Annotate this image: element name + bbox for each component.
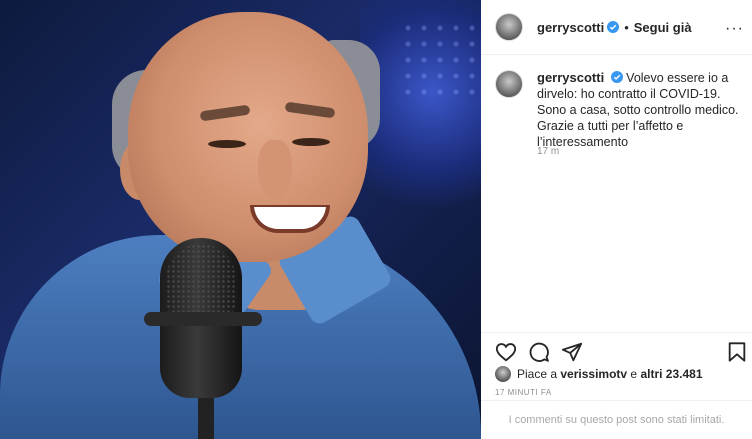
comments-limited-notice: I commenti su questo post sono stati lim… <box>481 400 752 439</box>
bookmark-icon[interactable] <box>726 341 748 363</box>
likes-prefix: Piace a <box>517 367 558 381</box>
heart-icon[interactable] <box>495 341 517 363</box>
liker-username-link[interactable]: verissimotv <box>560 367 627 381</box>
caption-age[interactable]: 17 m <box>537 146 559 157</box>
stage-lights-dots <box>400 20 480 100</box>
caption-body: gerryscotti Volevo essere io a dirvelo: … <box>537 70 741 150</box>
caption: gerryscotti Volevo essere io a dirvelo: … <box>495 70 745 150</box>
username-link[interactable]: gerryscotti <box>537 20 604 35</box>
eye-left <box>208 140 246 148</box>
likes-mid: e <box>630 367 638 381</box>
avatar[interactable] <box>495 13 523 41</box>
action-bar <box>481 332 752 364</box>
separator-dot: • <box>624 19 629 35</box>
caption-avatar[interactable] <box>495 70 523 98</box>
likes-others-link[interactable]: altri 23.481 <box>640 367 702 381</box>
post-side-panel: gerryscotti • Segui già ··· gerryscotti … <box>481 0 752 439</box>
nose <box>258 140 292 200</box>
verified-badge-icon <box>610 71 623 83</box>
more-options-icon[interactable]: ··· <box>725 20 744 38</box>
post-timestamp[interactable]: 17 MINUTI FA <box>495 388 552 397</box>
eye-right <box>292 138 330 146</box>
post-header: gerryscotti • Segui già ··· <box>481 0 752 55</box>
head <box>128 12 368 262</box>
verified-badge-icon <box>607 21 620 33</box>
liker-avatar[interactable] <box>495 366 511 382</box>
post-photo[interactable] <box>0 0 481 439</box>
comment-icon[interactable] <box>528 341 550 363</box>
following-button[interactable]: Segui già <box>634 20 692 35</box>
likes-summary: Piace a verissimotv e altri 23.481 <box>495 366 703 382</box>
microphone-grille <box>166 244 236 314</box>
caption-username-link[interactable]: gerryscotti <box>537 70 604 85</box>
share-icon[interactable] <box>561 341 583 363</box>
instagram-post-modal: gerryscotti • Segui già ··· gerryscotti … <box>0 0 752 439</box>
mic-arm <box>144 312 262 326</box>
